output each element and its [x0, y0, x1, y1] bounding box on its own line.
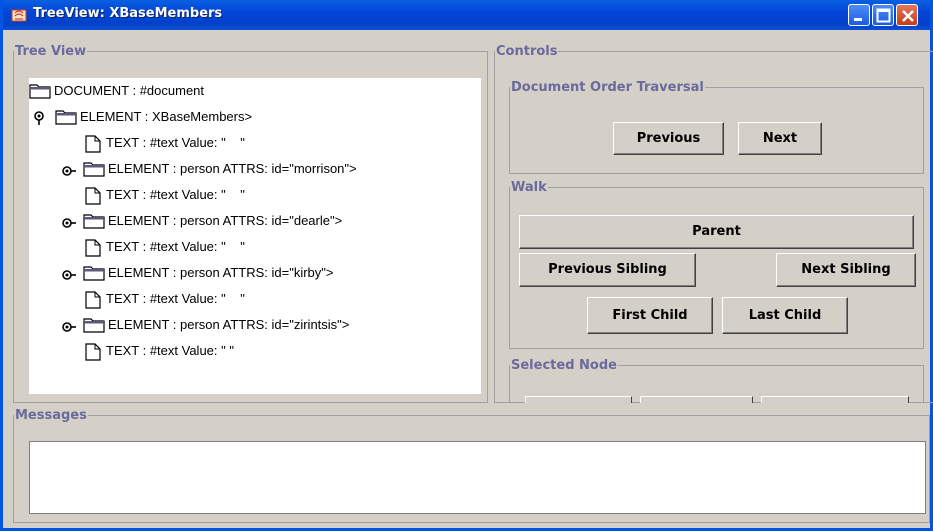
tree-node[interactable]: TEXT : #text Value: " " [29, 185, 479, 205]
close-icon [902, 10, 914, 22]
last-child-button[interactable]: Last Child [722, 297, 848, 334]
file-icon [85, 239, 101, 263]
file-icon [85, 343, 101, 367]
folder-icon [83, 161, 105, 183]
messages-text-area[interactable] [29, 441, 926, 514]
folder-icon [55, 109, 77, 131]
tree-node[interactable]: TEXT : #text Value: " " [29, 237, 479, 257]
tree-view-title: Tree View [14, 44, 88, 59]
file-icon [85, 291, 101, 315]
tree-node[interactable]: DOCUMENT : #document [29, 81, 479, 101]
file-icon [85, 187, 101, 211]
folder-icon [83, 213, 105, 235]
tree-node[interactable]: TEXT : #text Value: " " [29, 133, 479, 153]
window-title: TreeView: XBaseMembers [33, 6, 223, 21]
title-bar[interactable]: TreeView: XBaseMembers [3, 0, 930, 30]
parent-button[interactable]: Parent [519, 215, 914, 249]
walk-title: Walk [510, 180, 548, 195]
expanded-toggle-icon[interactable] [33, 110, 45, 132]
previous-button[interactable]: Previous [613, 122, 724, 155]
tree-node[interactable]: ELEMENT : person ATTRS: id="kirby"> [29, 263, 479, 283]
folder-icon [83, 265, 105, 287]
close-button[interactable] [896, 4, 918, 26]
app-window: TreeView: XBaseMembers Tree View DOCUMEN… [0, 0, 933, 531]
controls-title: Controls [495, 44, 559, 59]
collapsed-toggle-icon[interactable] [61, 215, 77, 235]
first-child-button[interactable]: First Child [587, 297, 713, 334]
tree-node-label: TEXT : #text Value: " " [106, 239, 245, 254]
tree-node-label: ELEMENT : person ATTRS: id="zirintsis"> [108, 317, 350, 332]
collapsed-toggle-icon[interactable] [61, 319, 77, 339]
previous-sibling-button[interactable]: Previous Sibling [519, 253, 696, 287]
selected-node-button-2[interactable] [640, 396, 753, 403]
tree-node-label: TEXT : #text Value: " " [106, 135, 245, 150]
tree-node-label: ELEMENT : person ATTRS: id="morrison"> [108, 161, 357, 176]
maximize-icon [876, 8, 891, 23]
selected-node-title: Selected Node [510, 358, 618, 373]
next-sibling-button[interactable]: Next Sibling [776, 253, 916, 287]
tree-node[interactable]: ELEMENT : person ATTRS: id="zirintsis"> [29, 315, 479, 335]
folder-icon [83, 317, 105, 339]
messages-title: Messages [14, 408, 88, 423]
tree-node-label: ELEMENT : person ATTRS: id="dearle"> [108, 213, 343, 228]
tree-node-label: TEXT : #text Value: " " [106, 343, 234, 358]
folder-icon [29, 83, 51, 105]
tree-node-label: TEXT : #text Value: " " [106, 291, 245, 306]
tree-node[interactable]: ELEMENT : XBaseMembers> [29, 107, 479, 127]
document-order-title: Document Order Traversal [510, 80, 705, 95]
tree-node[interactable]: ELEMENT : person ATTRS: id="dearle"> [29, 211, 479, 231]
tree-node-label: ELEMENT : person ATTRS: id="kirby"> [108, 265, 334, 280]
tree-node-label: TEXT : #text Value: " " [106, 187, 245, 202]
tree-node-label: DOCUMENT : #document [54, 83, 205, 98]
tree-node[interactable]: TEXT : #text Value: " " [29, 289, 479, 309]
selected-node-button-1[interactable] [525, 396, 632, 403]
tree-node-label: ELEMENT : XBaseMembers> [80, 109, 253, 124]
tree-view[interactable]: DOCUMENT : #document ELEMENT : XBaseMembe… [29, 78, 481, 394]
maximize-button[interactable] [872, 4, 894, 26]
minimize-button[interactable] [848, 4, 870, 26]
tree-node[interactable]: TEXT : #text Value: " " [29, 341, 479, 361]
java-app-icon [11, 9, 27, 22]
collapsed-toggle-icon[interactable] [61, 267, 77, 287]
file-icon [85, 135, 101, 159]
selected-node-button-3[interactable] [761, 396, 909, 403]
next-button[interactable]: Next [738, 122, 822, 155]
tree-node[interactable]: ELEMENT : person ATTRS: id="morrison"> [29, 159, 479, 179]
collapsed-toggle-icon[interactable] [61, 163, 77, 183]
minimize-icon [854, 18, 862, 21]
